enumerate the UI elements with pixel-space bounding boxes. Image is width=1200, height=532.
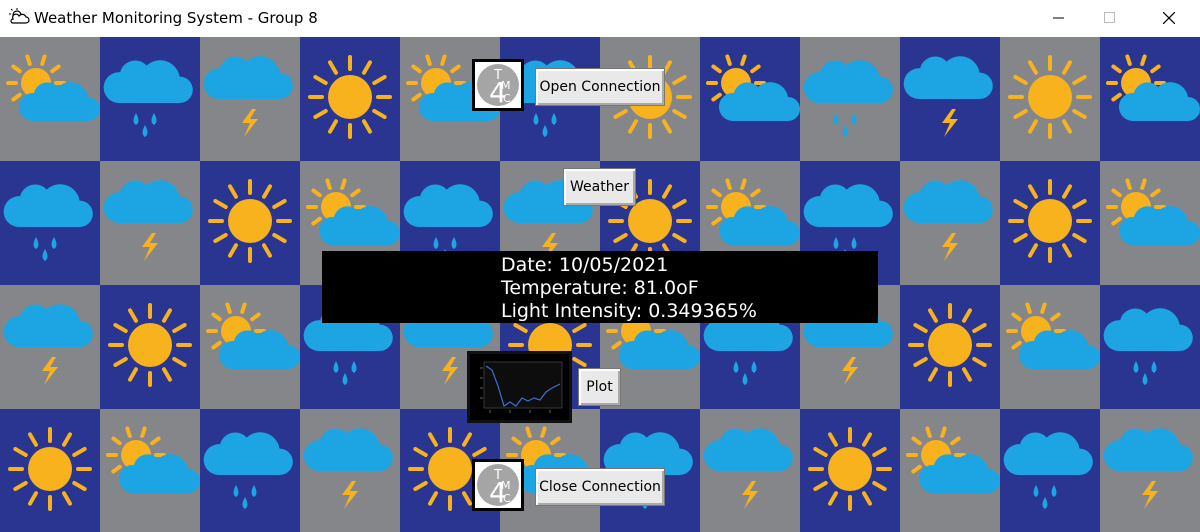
plot-thumbnail: [467, 351, 572, 423]
svg-text:C: C: [503, 492, 511, 505]
weather-tile-sun: [100, 285, 200, 409]
svg-text:M: M: [501, 79, 511, 92]
sun-cloud-icon: [900, 409, 1000, 532]
weather-tile-storm: [1100, 409, 1200, 532]
storm-icon: [1100, 409, 1200, 532]
weather-tile-storm: [900, 37, 1000, 161]
rain-icon: [100, 37, 200, 161]
plot-button[interactable]: Plot: [578, 368, 621, 406]
sun-cloud-icon: [700, 37, 800, 161]
weather-tile-sun-cloud: [1000, 285, 1100, 409]
weather-tile-storm: [0, 285, 100, 409]
weather-tile-rain: [200, 409, 300, 532]
rain-icon: [200, 409, 300, 532]
weather-tile-sun-cloud: [900, 409, 1000, 532]
sun-icon: [200, 161, 300, 285]
weather-tile-sun: [1000, 37, 1100, 161]
weather-tile-sun: [200, 161, 300, 285]
maximize-button[interactable]: [1087, 0, 1133, 36]
tmc-logo-icon: 4 T M C: [477, 464, 519, 509]
weather-tile-rain: [800, 37, 900, 161]
weather-tile-sun-cloud: [0, 37, 100, 161]
window-title: Weather Monitoring System - Group 8: [34, 9, 318, 27]
sun-cloud-icon: [1100, 37, 1200, 161]
sun-icon: [0, 409, 100, 532]
weather-tile-sun: [1000, 161, 1100, 285]
storm-icon: [200, 37, 300, 161]
date-readout: Date: 10/05/2021: [501, 254, 669, 276]
weather-tile-storm: [700, 409, 800, 532]
light-intensity-readout: Light Intensity: 0.349365%: [501, 300, 757, 322]
close-icon: [1163, 12, 1175, 24]
sun-cloud-icon: [0, 37, 100, 161]
weather-tile-sun: [800, 409, 900, 532]
weather-tile-sun-cloud: [1100, 161, 1200, 285]
maximize-icon: [1104, 12, 1115, 23]
minimize-button[interactable]: [1036, 0, 1082, 36]
svg-text:M: M: [501, 479, 511, 492]
weather-tile-rain: [100, 37, 200, 161]
storm-icon: [0, 285, 100, 409]
minimize-icon: [1053, 17, 1064, 19]
weather-tile-rain: [1000, 409, 1100, 532]
weather-tile-sun: [0, 409, 100, 532]
cloud-sun-icon: [9, 8, 30, 24]
storm-icon: [700, 409, 800, 532]
line-chart-icon: [480, 361, 563, 413]
weather-tile-rain: [1100, 285, 1200, 409]
rain-icon: [0, 161, 100, 285]
sun-icon: [300, 37, 400, 161]
weather-readout-panel: Date: 10/05/2021 Temperature: 81.0oF Lig…: [322, 251, 878, 323]
temperature-readout: Temperature: 81.0oF: [501, 277, 699, 299]
sun-cloud-icon: [100, 409, 200, 532]
close-connection-button[interactable]: Close Connection: [535, 468, 665, 506]
open-connection-button[interactable]: Open Connection: [535, 68, 665, 106]
sun-icon: [1000, 161, 1100, 285]
storm-icon: [900, 37, 1000, 161]
tmc-logo: 4 T M C: [472, 59, 524, 111]
weather-tile-storm: [300, 409, 400, 532]
svg-text:C: C: [503, 92, 511, 105]
weather-tile-sun-cloud: [1100, 37, 1200, 161]
weather-tile-sun-cloud: [200, 285, 300, 409]
weather-tile-sun-cloud: [100, 409, 200, 532]
weather-tile-sun: [900, 285, 1000, 409]
weather-tile-sun: [300, 37, 400, 161]
sun-icon: [900, 285, 1000, 409]
weather-tile-rain: [0, 161, 100, 285]
weather-tile-storm: [200, 37, 300, 161]
rain-icon: [800, 37, 900, 161]
storm-icon: [900, 161, 1000, 285]
weather-tile-sun-cloud: [700, 37, 800, 161]
sun-icon: [1000, 37, 1100, 161]
tmc-logo: 4 T M C: [472, 459, 524, 511]
sun-icon: [800, 409, 900, 532]
close-window-button[interactable]: [1146, 0, 1192, 36]
weather-tile-storm: [100, 161, 200, 285]
sun-cloud-icon: [200, 285, 300, 409]
title-bar: Weather Monitoring System - Group 8: [0, 0, 1200, 36]
storm-icon: [300, 409, 400, 532]
weather-button[interactable]: Weather: [563, 168, 636, 206]
tmc-logo-icon: 4 T M C: [477, 64, 519, 109]
sun-icon: [100, 285, 200, 409]
storm-icon: [100, 161, 200, 285]
rain-icon: [1100, 285, 1200, 409]
sun-cloud-icon: [1100, 161, 1200, 285]
weather-tile-storm: [900, 161, 1000, 285]
rain-icon: [1000, 409, 1100, 532]
sun-cloud-icon: [1000, 285, 1100, 409]
